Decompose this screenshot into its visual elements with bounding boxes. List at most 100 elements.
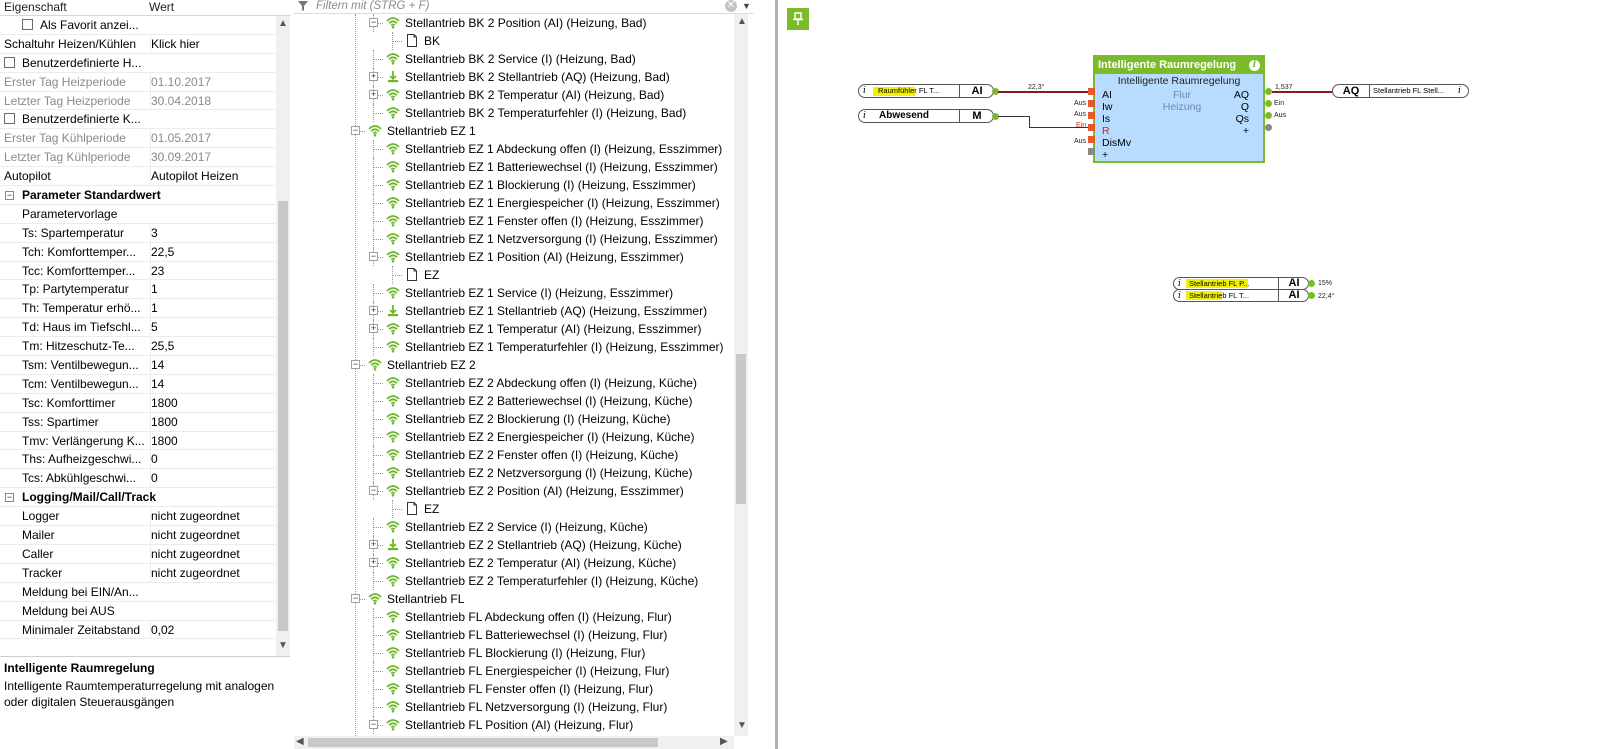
collapse-icon[interactable]: −: [369, 486, 378, 495]
tree-item[interactable]: EZ: [294, 266, 734, 284]
tree-item[interactable]: − Stellantrieb FL: [294, 590, 734, 608]
property-row[interactable]: Als Favorit anzei...: [0, 16, 276, 35]
tree-item[interactable]: + Stellantrieb EZ 1 Stellantrieb (AQ) (He…: [294, 302, 734, 320]
property-value[interactable]: 22,5: [150, 242, 276, 262]
input-label-add[interactable]: +: [1102, 149, 1108, 161]
property-row[interactable]: Tcc: Komforttemper... 23: [0, 261, 276, 281]
property-value[interactable]: nicht zugeordnet: [150, 507, 276, 527]
filter-bar[interactable]: Filtern mit (STRG + F) ✕ ▼: [294, 0, 754, 14]
tree-item[interactable]: Stellantrieb EZ 1 Temperaturfehler (I) (…: [294, 338, 734, 356]
connector-dot[interactable]: [1308, 280, 1315, 287]
pin-button[interactable]: [787, 8, 809, 30]
tree-vertical-scrollbar[interactable]: ▲ ▼: [734, 14, 748, 736]
property-value[interactable]: 0: [150, 450, 276, 470]
property-row[interactable]: Minimaler Zeitabstand 0,02: [0, 620, 276, 640]
tree-item[interactable]: − Stellantrieb FL Position (AI) (Heizung,…: [294, 716, 734, 734]
property-checkbox[interactable]: [4, 56, 15, 68]
output-port-qs[interactable]: [1265, 112, 1272, 119]
tree-item[interactable]: + Stellantrieb EZ 1 Temperatur (AI) (Heiz…: [294, 320, 734, 338]
col-value-header[interactable]: Wert: [149, 0, 174, 15]
tree-item[interactable]: Stellantrieb FL Netzversorgung (I) (Heiz…: [294, 698, 734, 716]
scroll-thumb[interactable]: [278, 201, 288, 631]
property-row[interactable]: Parametervorlage: [0, 205, 276, 224]
tree-item[interactable]: + Stellantrieb BK 2 Stellantrieb (AQ) (He…: [294, 68, 734, 86]
property-row[interactable]: Meldung bei AUS: [0, 602, 276, 621]
property-row[interactable]: Tp: Partytemperatur 1: [0, 280, 276, 300]
output-port-add[interactable]: [1265, 124, 1272, 131]
room-control-block[interactable]: Intelligente Raumregelung i Intelligente…: [1093, 55, 1265, 163]
property-row[interactable]: Letzter Tag Heizperiode 30.04.2018: [0, 91, 276, 111]
property-value[interactable]: 5: [150, 318, 276, 338]
tree-item[interactable]: Stellantrieb EZ 1 Batteriewechsel (I) (H…: [294, 158, 734, 176]
tree-item[interactable]: Stellantrieb FL Blockierung (I) (Heizung…: [294, 644, 734, 662]
tree-item[interactable]: − Stellantrieb EZ 1: [294, 122, 734, 140]
property-checkbox[interactable]: [22, 19, 33, 30]
property-row[interactable]: Tss: Spartimer 1800: [0, 412, 276, 432]
property-value[interactable]: nicht zugeordnet: [150, 544, 276, 564]
tree-item[interactable]: Stellantrieb FL Abdeckung offen (I) (Hei…: [294, 608, 734, 626]
tree-item[interactable]: Stellantrieb BK 2 Service (I) (Heizung, …: [294, 50, 734, 68]
property-row[interactable]: Erster Tag Kühlperiode 01.05.2017: [0, 129, 276, 149]
expand-icon[interactable]: +: [369, 540, 378, 549]
property-value[interactable]: 0: [150, 469, 276, 489]
scroll-up-icon[interactable]: ▲: [278, 18, 288, 29]
expand-icon[interactable]: +: [369, 306, 378, 315]
property-row[interactable]: Tsc: Komforttimer 1800: [0, 393, 276, 413]
expand-icon[interactable]: +: [369, 72, 378, 81]
properties-scrollbar[interactable]: ▲ ▼: [276, 16, 290, 656]
property-value[interactable]: 14: [150, 356, 276, 375]
property-row[interactable]: Ts: Spartemperatur 3: [0, 223, 276, 243]
tree-item[interactable]: Stellantrieb EZ 1 Netzversorgung (I) (He…: [294, 230, 734, 248]
property-row[interactable]: Tcm: Ventilbewegun... 14: [0, 374, 276, 394]
expand-icon[interactable]: +: [369, 90, 378, 99]
tree-item[interactable]: Stellantrieb FL Batteriewechsel (I) (Hei…: [294, 626, 734, 644]
tree-item[interactable]: Stellantrieb EZ 2 Service (I) (Heizung, …: [294, 518, 734, 536]
collapse-icon[interactable]: −: [5, 191, 14, 201]
tree-item[interactable]: BK: [294, 32, 734, 50]
property-value[interactable]: 30.09.2017: [150, 148, 276, 168]
collapse-icon[interactable]: −: [369, 252, 378, 261]
tree-item[interactable]: + Stellantrieb BK 2 Temperatur (AI) (Heiz…: [294, 86, 734, 104]
input-sensor-pill[interactable]: i Raumfühler FL T... AI: [858, 84, 994, 98]
monitor-temperature-pill[interactable]: i Stellantrieb FL T... AI: [1173, 289, 1309, 302]
input-port-dismv[interactable]: [1088, 136, 1095, 143]
property-value[interactable]: nicht zugeordnet: [150, 526, 276, 545]
tree-item[interactable]: Stellantrieb EZ 2 Blockierung (I) (Heizu…: [294, 410, 734, 428]
filter-dropdown-icon[interactable]: ▼: [742, 0, 751, 13]
property-row[interactable]: Logger nicht zugeordnet: [0, 507, 276, 527]
property-value[interactable]: 1800: [150, 431, 276, 451]
property-row[interactable]: Td: Haus im Tiefschl... 5: [0, 318, 276, 338]
property-row[interactable]: Tch: Komforttemper... 22,5: [0, 242, 276, 262]
property-row[interactable]: Meldung bei EIN/An...: [0, 583, 276, 602]
scroll-thumb[interactable]: [736, 354, 746, 504]
property-value[interactable]: 3: [150, 223, 276, 243]
tree-item[interactable]: EZ: [294, 500, 734, 518]
tree-item[interactable]: Stellantrieb EZ 2 Abdeckung offen (I) (H…: [294, 374, 734, 392]
collapse-icon[interactable]: −: [351, 594, 360, 603]
property-value[interactable]: 0,02: [150, 620, 276, 640]
tree-horizontal-scrollbar[interactable]: ◀ ▶: [294, 736, 734, 749]
property-value[interactable]: 30.04.2018: [150, 91, 276, 111]
tree-item[interactable]: Stellantrieb EZ 2 Energiespeicher (I) (H…: [294, 428, 734, 446]
tree-item[interactable]: Stellantrieb BK 2 Temperaturfehler (I) (…: [294, 104, 734, 122]
output-label-add[interactable]: +: [1243, 125, 1249, 137]
scroll-left-icon[interactable]: ◀: [296, 736, 304, 747]
expand-icon[interactable]: +: [369, 324, 378, 333]
property-value[interactable]: 01.05.2017: [150, 129, 276, 149]
tree-item[interactable]: Stellantrieb EZ 1 Fenster offen (I) (Hei…: [294, 212, 734, 230]
property-row[interactable]: Erster Tag Heizperiode 01.10.2017: [0, 72, 276, 92]
tree-item[interactable]: Stellantrieb EZ 2 Netzversorgung (I) (He…: [294, 464, 734, 482]
filter-input[interactable]: Filtern mit (STRG + F): [316, 0, 429, 13]
property-row[interactable]: Tmv: Verlängerung K... 1800: [0, 431, 276, 451]
clear-filter-icon[interactable]: ✕: [725, 0, 737, 12]
tree-item[interactable]: Stellantrieb FL Energiespeicher (I) (Hei…: [294, 662, 734, 680]
input-port-r[interactable]: [1088, 124, 1095, 131]
tree-item[interactable]: − Stellantrieb EZ 2 Position (AI) (Heizun…: [294, 482, 734, 500]
property-row[interactable]: Tcs: Abkühlgeschwi... 0: [0, 469, 276, 489]
info-icon[interactable]: i: [1249, 60, 1260, 71]
collapse-icon[interactable]: −: [369, 720, 378, 729]
output-actuator-pill[interactable]: AQ Stellantrieb FL Stell... i: [1332, 84, 1469, 98]
tree-item[interactable]: − Stellantrieb BK 2 Position (AI) (Heizun…: [294, 14, 734, 32]
input-port-add[interactable]: [1088, 148, 1095, 155]
tree-item[interactable]: + Stellantrieb EZ 2 Stellantrieb (AQ) (He…: [294, 536, 734, 554]
